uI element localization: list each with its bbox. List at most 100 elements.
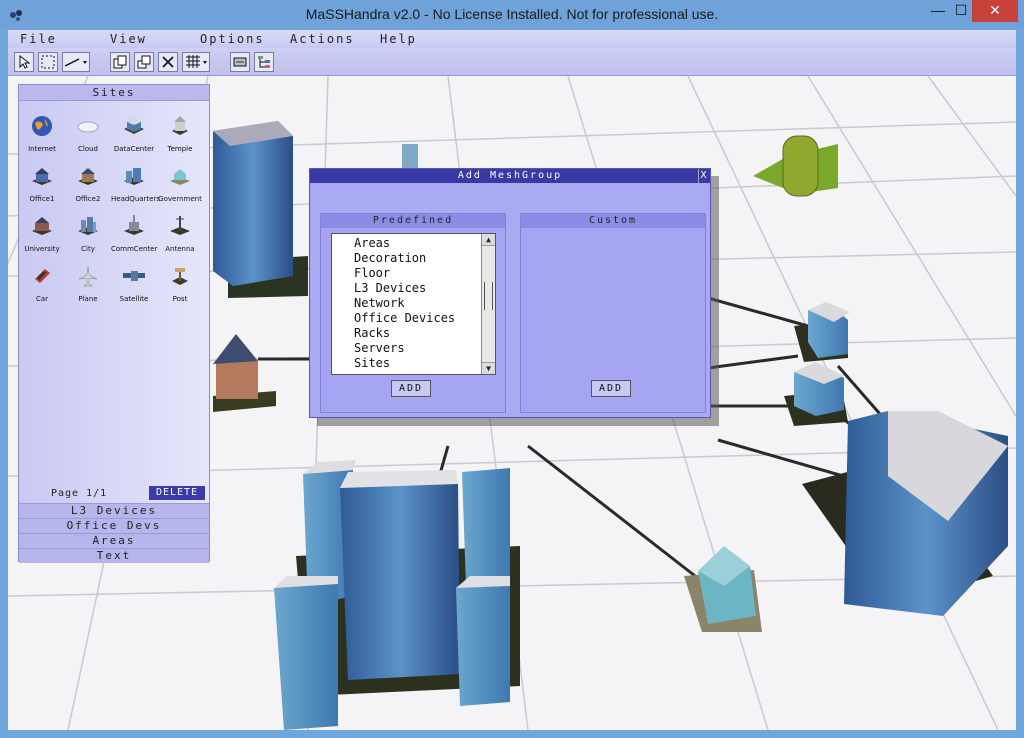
refresh-icon	[233, 57, 247, 67]
site-office2[interactable]: Office2	[65, 163, 111, 209]
custom-pane: Custom ADD	[520, 213, 706, 413]
site-city[interactable]: City	[65, 213, 111, 259]
building-city-block[interactable]	[274, 460, 520, 730]
site-cloud[interactable]: Cloud	[65, 113, 111, 159]
post-icon	[172, 268, 188, 285]
custom-title: Custom	[521, 214, 705, 228]
building-office-right[interactable]	[802, 411, 1008, 616]
window-title: MaSSHandra v2.0 - No License Installed. …	[305, 6, 719, 22]
site-plane[interactable]: Plane	[65, 263, 111, 309]
scroll-thumb[interactable]	[484, 282, 493, 310]
building-house-left[interactable]	[213, 334, 276, 412]
site-government[interactable]: Government	[157, 163, 203, 209]
commcenter-icon	[124, 215, 144, 235]
toolbar	[8, 48, 1016, 76]
category-areas[interactable]: Areas	[19, 533, 209, 548]
car-icon	[35, 269, 50, 283]
select-icon	[19, 54, 31, 69]
list-item[interactable]: Office Devices	[354, 311, 495, 326]
tree-icon	[258, 56, 270, 68]
list-item[interactable]: Network	[354, 296, 495, 311]
site-antenna[interactable]: Antenna	[157, 213, 203, 259]
satellite-icon	[123, 271, 145, 281]
category-l3-devices[interactable]: L3 Devices	[19, 503, 209, 518]
sites-panel: Sites Internet Cloud DataCenter Temple O…	[18, 84, 210, 563]
predefined-add-button[interactable]: ADD	[391, 380, 431, 397]
delete-icon	[162, 56, 174, 68]
building-tower-left[interactable]	[213, 121, 308, 298]
temple-icon	[172, 116, 188, 135]
menu-bar: File View Options Actions Help	[8, 30, 1016, 48]
delete-button[interactable]: DELETE	[149, 486, 205, 500]
copy-button[interactable]	[110, 52, 130, 72]
city-icon	[78, 217, 98, 235]
refresh-button[interactable]	[230, 52, 250, 72]
globe-icon	[32, 116, 52, 136]
list-item[interactable]: Decoration	[354, 251, 495, 266]
line-tool-button[interactable]	[62, 52, 90, 72]
minimize-button[interactable]: —	[926, 0, 950, 22]
scroll-down-icon[interactable]: ▼	[482, 362, 495, 374]
menu-help[interactable]: Help	[380, 32, 417, 46]
headquarters-icon	[124, 168, 144, 185]
government-icon	[170, 169, 190, 185]
list-item[interactable]: Servers	[354, 341, 495, 356]
app-frame: File View Options Actions Help Sites Int…	[8, 30, 1016, 730]
list-item[interactable]: Sites	[354, 356, 495, 371]
menu-actions[interactable]: Actions	[290, 32, 355, 46]
category-text[interactable]: Text	[19, 548, 209, 563]
site-car[interactable]: Car	[19, 263, 65, 309]
paste-button[interactable]	[134, 52, 154, 72]
copy-icon	[113, 55, 127, 69]
predefined-list[interactable]: Areas Decoration Floor L3 Devices Networ…	[331, 233, 496, 375]
site-university[interactable]: University	[19, 213, 65, 259]
antenna-icon	[170, 216, 190, 235]
predefined-title: Predefined	[321, 214, 505, 228]
list-item[interactable]: Floor	[354, 266, 495, 281]
custom-add-button[interactable]: ADD	[591, 380, 631, 397]
list-item[interactable]: L3 Devices	[354, 281, 495, 296]
category-office-devs[interactable]: Office Devs	[19, 518, 209, 533]
office2-icon	[78, 168, 98, 185]
paste-icon	[137, 55, 151, 69]
tree-button[interactable]	[254, 52, 274, 72]
sites-panel-title: Sites	[19, 85, 209, 101]
building-small-right-2[interactable]	[784, 362, 848, 426]
menu-options[interactable]: Options	[200, 32, 265, 46]
list-scrollbar[interactable]: ▲ ▼	[481, 234, 495, 374]
building-government[interactable]	[684, 546, 762, 632]
grid-button[interactable]	[182, 52, 210, 72]
list-item[interactable]: Racks	[354, 326, 495, 341]
plane-icon	[78, 265, 98, 287]
site-office1[interactable]: Office1	[19, 163, 65, 209]
site-headquarters[interactable]: HeadQuarters	[111, 163, 160, 209]
list-item[interactable]: Areas	[354, 236, 495, 251]
site-internet[interactable]: Internet	[19, 113, 65, 159]
satellite-object[interactable]	[753, 135, 838, 197]
dialog-title: Add MeshGroup	[457, 170, 563, 181]
building-small-right-1[interactable]	[794, 302, 850, 362]
dialog-close-button[interactable]: X	[698, 169, 710, 183]
title-bar: MaSSHandra v2.0 - No License Installed. …	[0, 0, 1024, 30]
page-indicator: Page 1/1	[51, 488, 108, 499]
select-tool-button[interactable]	[14, 52, 34, 72]
close-button[interactable]: ✕	[972, 0, 1018, 22]
add-meshgroup-dialog: Add MeshGroup X Predefined Areas Decorat…	[309, 168, 711, 418]
site-commcenter[interactable]: CommCenter	[111, 213, 157, 259]
datacenter-icon	[124, 119, 144, 134]
menu-file[interactable]: File	[20, 32, 57, 46]
cloud-icon	[77, 121, 99, 133]
delete-tool-button[interactable]	[158, 52, 178, 72]
maximize-button[interactable]: ☐	[950, 0, 972, 22]
grid-icon	[186, 55, 207, 68]
dialog-titlebar: Add MeshGroup X	[310, 169, 710, 183]
menu-view[interactable]: View	[110, 32, 147, 46]
predefined-pane: Predefined Areas Decoration Floor L3 Dev…	[320, 213, 506, 413]
office1-icon	[32, 168, 52, 185]
site-satellite[interactable]: Satellite	[111, 263, 157, 309]
site-temple[interactable]: Temple	[157, 113, 203, 159]
marquee-tool-button[interactable]	[38, 52, 58, 72]
site-post[interactable]: Post	[157, 263, 203, 309]
scroll-up-icon[interactable]: ▲	[482, 234, 495, 246]
site-datacenter[interactable]: DataCenter	[111, 113, 157, 159]
